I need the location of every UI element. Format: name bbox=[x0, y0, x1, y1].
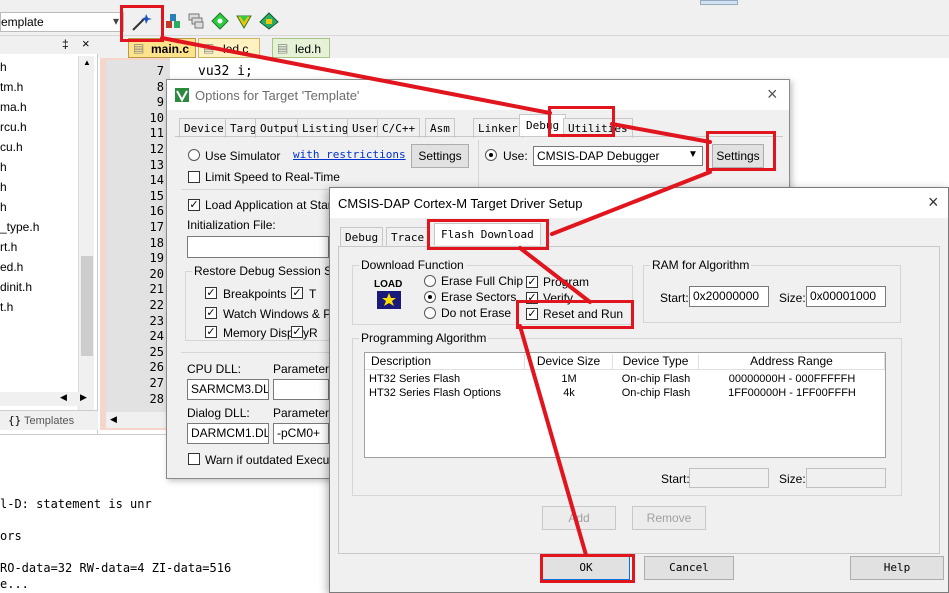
arrow-settings-to-flash bbox=[550, 170, 712, 236]
arrow-debug-to-settings bbox=[610, 122, 712, 144]
arrow-reset-to-ok bbox=[518, 324, 588, 557]
annotation-arrows bbox=[160, 36, 712, 557]
arrow-flash-to-reset bbox=[518, 246, 592, 304]
arrow-wand-to-debug bbox=[160, 36, 552, 115]
tab-flash-download[interactable]: Flash Download bbox=[434, 223, 541, 245]
